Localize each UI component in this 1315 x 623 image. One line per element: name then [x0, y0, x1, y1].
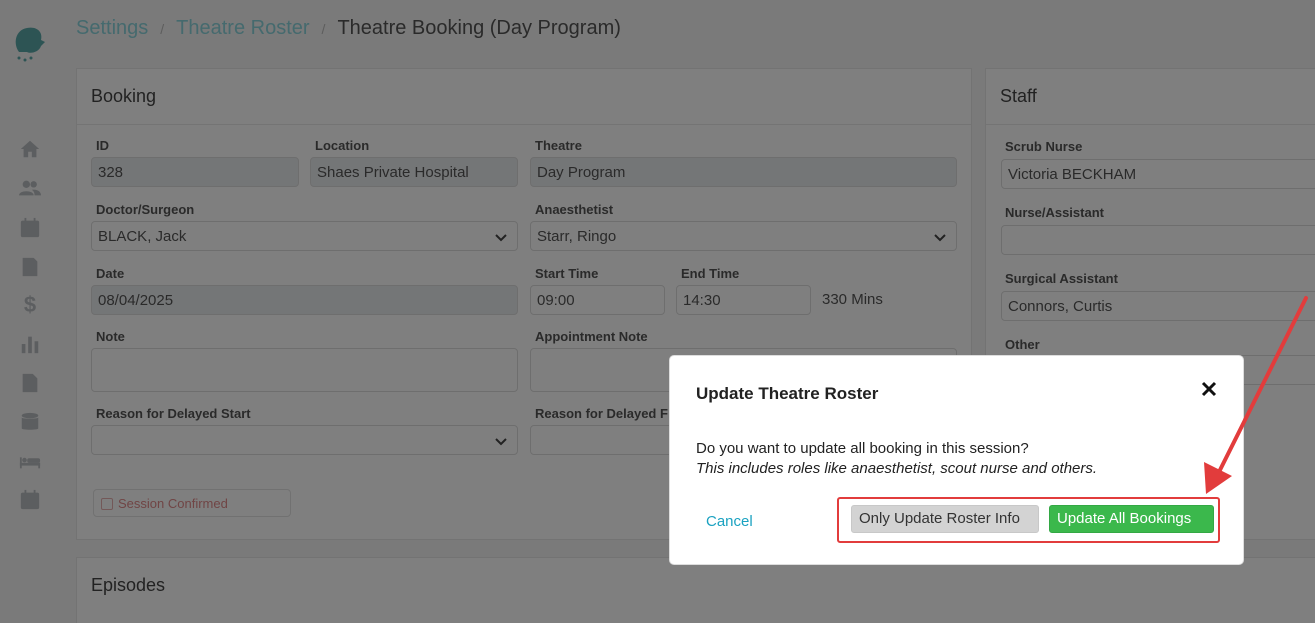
update-roster-modal: Update Theatre Roster Do you want to upd… — [669, 355, 1244, 565]
close-icon[interactable] — [1201, 381, 1219, 399]
update-all-bookings-button[interactable]: Update All Bookings — [1049, 505, 1214, 533]
modal-question: Do you want to update all booking in thi… — [696, 440, 1029, 457]
cancel-button[interactable]: Cancel — [706, 513, 753, 530]
only-update-roster-button[interactable]: Only Update Roster Info — [851, 505, 1039, 533]
modal-title: Update Theatre Roster — [696, 384, 879, 403]
modal-note: This includes roles like anaesthetist, s… — [696, 460, 1098, 477]
